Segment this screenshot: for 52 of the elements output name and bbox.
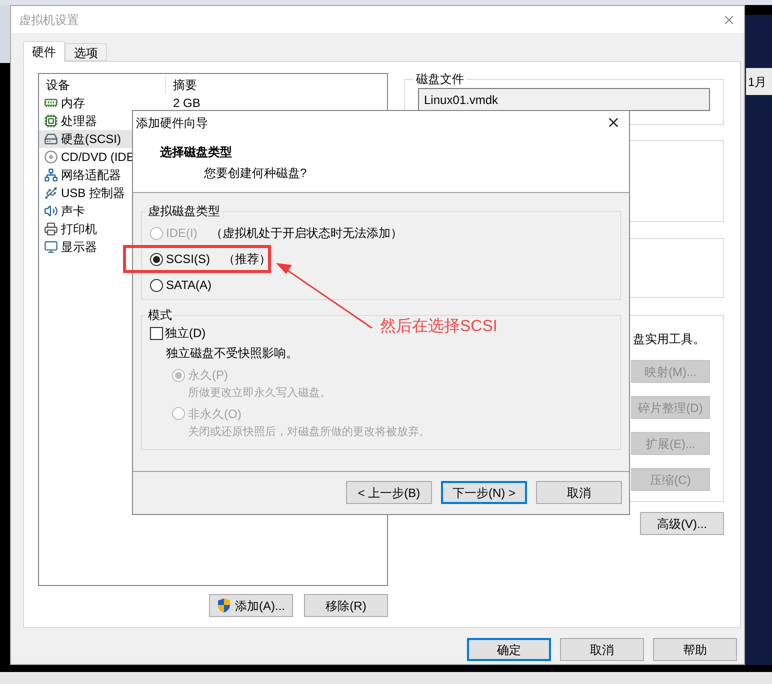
option-description: 关闭或还原快照后，对磁盘所做的更改将被放弃。: [187, 424, 431, 440]
group-label: 模式: [147, 307, 173, 324]
tab[interactable]: 选项: [65, 43, 107, 61]
group-label: 磁盘文件: [415, 71, 465, 88]
dialog-button[interactable]: 取消: [536, 481, 622, 504]
remove-button[interactable]: 移除(R): [304, 594, 388, 617]
dialog-button[interactable]: 下一步(N) >: [441, 481, 527, 504]
mode-description: 独立磁盘不受快照影响。: [165, 345, 299, 362]
utilities-text: 盘实用工具。: [633, 331, 706, 348]
group-label: 虚拟磁盘类型: [147, 203, 221, 220]
add-button[interactable]: 添加(A)...: [209, 594, 293, 617]
option-label[interactable]: SATA(A): [166, 276, 212, 294]
calendar-tab[interactable]: 1月: [746, 68, 772, 95]
hard-drive-icon: [44, 132, 58, 146]
column-header[interactable]: 摘要: [166, 76, 197, 94]
device-item[interactable]: 内存: [39, 94, 166, 112]
usb-icon: [44, 186, 58, 200]
device-item[interactable]: USB 控制器: [39, 184, 166, 202]
radio-button[interactable]: [150, 278, 163, 292]
dialog-button[interactable]: 帮助: [653, 638, 737, 661]
close-icon[interactable]: [606, 115, 621, 130]
option-note: （虚拟机处于开启状态时无法添加）: [209, 225, 402, 242]
speaker-icon: [44, 204, 58, 218]
wizard-subheading: 您要创建何种磁盘?: [203, 165, 308, 182]
monitor-icon: [44, 240, 58, 254]
dialog-button[interactable]: 取消: [560, 638, 644, 661]
network-icon: [44, 168, 58, 182]
wizard-title: 添加硬件向导: [136, 114, 208, 132]
callout-text: 然后在选择SCSI: [380, 316, 498, 337]
dialog-button[interactable]: < 上一步(B): [346, 481, 432, 504]
device-item[interactable]: 网络适配器: [39, 166, 166, 184]
checkbox[interactable]: [150, 326, 163, 340]
column-header[interactable]: 设备: [39, 76, 166, 94]
dialog-button[interactable]: 确定: [467, 638, 551, 661]
printer-icon: [44, 222, 58, 236]
option-description: 所做更改立即永久写入磁盘。: [187, 386, 332, 401]
checkbox-label[interactable]: 独立(D): [165, 324, 206, 342]
shield-icon: [217, 598, 231, 613]
option-label[interactable]: SCSI(S): [166, 250, 210, 268]
table-cell: 2 GB: [173, 97, 200, 109]
device-item[interactable]: 显示器: [39, 238, 166, 256]
radio-button[interactable]: [150, 252, 163, 266]
chip-icon: [44, 114, 58, 128]
disc-icon: [44, 150, 58, 164]
advanced-button[interactable]: 高级(V)...: [640, 512, 724, 535]
window-title: 虚拟机设置: [19, 12, 79, 28]
file-field[interactable]: Linux01.vmdk: [418, 88, 710, 111]
background-panel: [745, 5, 772, 15]
device-item[interactable]: 打印机: [39, 220, 166, 238]
option-note: （推荐）: [222, 251, 272, 268]
memory-chip-icon: [44, 96, 58, 110]
tab[interactable]: 硬件: [23, 41, 65, 62]
